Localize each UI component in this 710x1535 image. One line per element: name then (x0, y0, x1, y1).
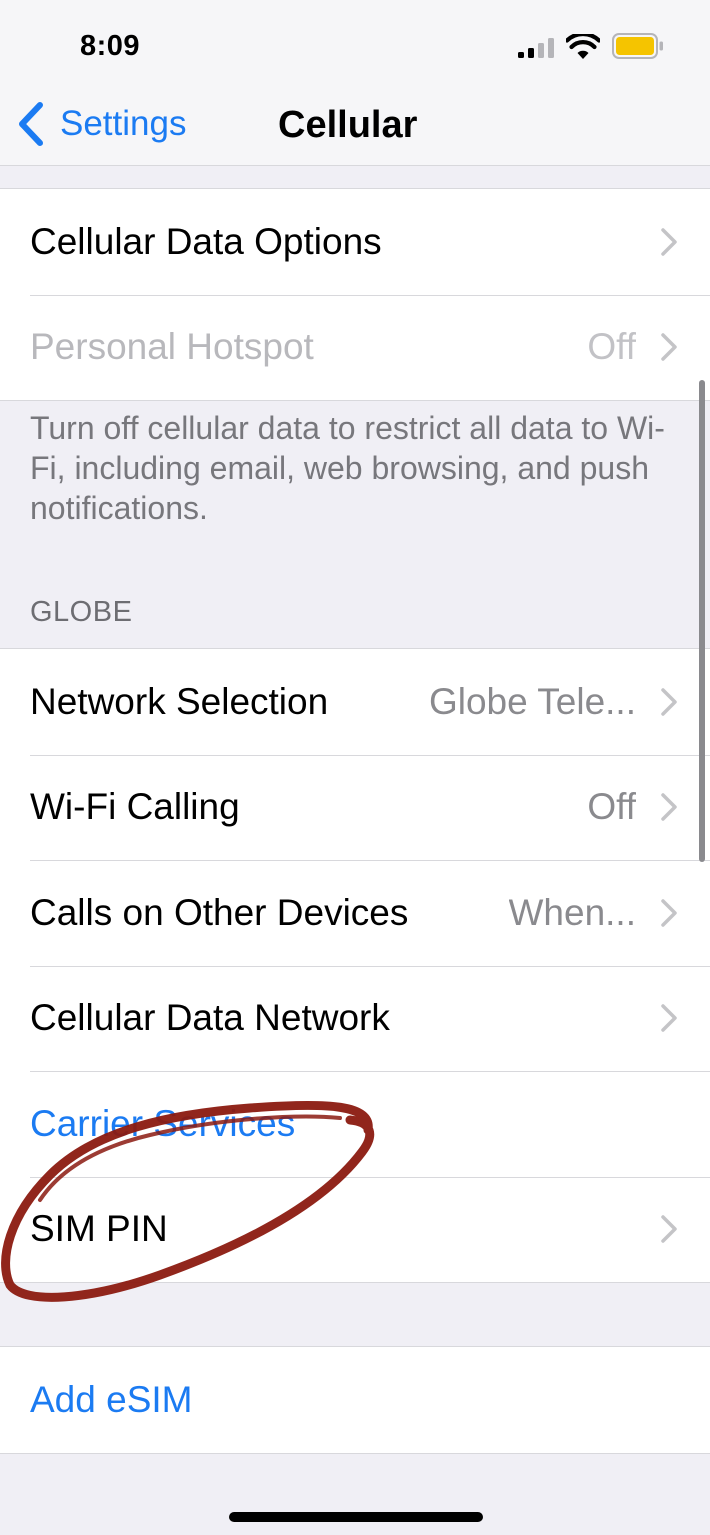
carrier-group: Network Selection Globe Tele... Wi-Fi Ca… (0, 648, 710, 1283)
status-time: 8:09 (80, 30, 141, 62)
row-cellular-data-network[interactable]: Cellular Data Network (0, 965, 710, 1072)
row-network-selection[interactable]: Network Selection Globe Tele... (0, 649, 710, 755)
row-calls-on-other-devices[interactable]: Calls on Other Devices When... (0, 860, 710, 966)
back-button[interactable]: Settings (16, 100, 186, 148)
row-label: Cellular Data Options (30, 220, 382, 262)
back-button-label: Settings (60, 104, 187, 143)
scrollbar[interactable] (699, 380, 705, 862)
chevron-right-icon (661, 1215, 677, 1243)
chevron-right-icon (661, 228, 677, 256)
row-value: Globe Tele... (428, 680, 636, 722)
cellular-signal-icon (518, 38, 554, 58)
esim-group: Add eSIM (0, 1346, 710, 1454)
page-title: Cellular (278, 104, 418, 146)
home-indicator[interactable] (229, 1512, 483, 1522)
carrier-services-link[interactable]: Carrier Services (30, 1103, 295, 1145)
row-label: Network Selection (30, 680, 329, 722)
chevron-right-icon (661, 333, 677, 361)
row-label: Personal Hotspot (30, 326, 314, 368)
row-label: Calls on Other Devices (30, 891, 409, 933)
row-carrier-services[interactable]: Carrier Services (0, 1071, 710, 1177)
top-bar: 8:09 Settings Cellular (0, 0, 710, 166)
chevron-right-icon (661, 688, 677, 716)
chevron-left-icon (19, 102, 43, 146)
wifi-icon (566, 34, 600, 59)
chevron-right-icon (661, 1004, 677, 1032)
row-value: When... (508, 891, 637, 933)
add-esim-button[interactable]: Add eSIM (30, 1379, 192, 1421)
chevron-right-icon (661, 899, 677, 927)
cellular-data-footer: Turn off cellular data to restrict all d… (30, 410, 665, 526)
battery-icon (612, 33, 663, 59)
cellular-data-group: Cellular Data Options Personal Hotspot O… (0, 188, 710, 401)
row-value: Off (587, 786, 636, 828)
row-cellular-data-options[interactable]: Cellular Data Options (0, 189, 710, 295)
row-value: Off (587, 326, 636, 368)
row-personal-hotspot: Personal Hotspot Off (0, 294, 710, 401)
row-wifi-calling[interactable]: Wi-Fi Calling Off (0, 754, 710, 861)
row-add-esim[interactable]: Add eSIM (0, 1347, 710, 1453)
row-sim-pin[interactable]: SIM PIN (0, 1176, 710, 1283)
row-label: Cellular Data Network (30, 997, 390, 1039)
row-label: Wi-Fi Calling (30, 786, 240, 828)
row-label: SIM PIN (30, 1208, 168, 1250)
chevron-right-icon (661, 793, 677, 821)
section-header-carrier: GLOBE (30, 596, 133, 628)
